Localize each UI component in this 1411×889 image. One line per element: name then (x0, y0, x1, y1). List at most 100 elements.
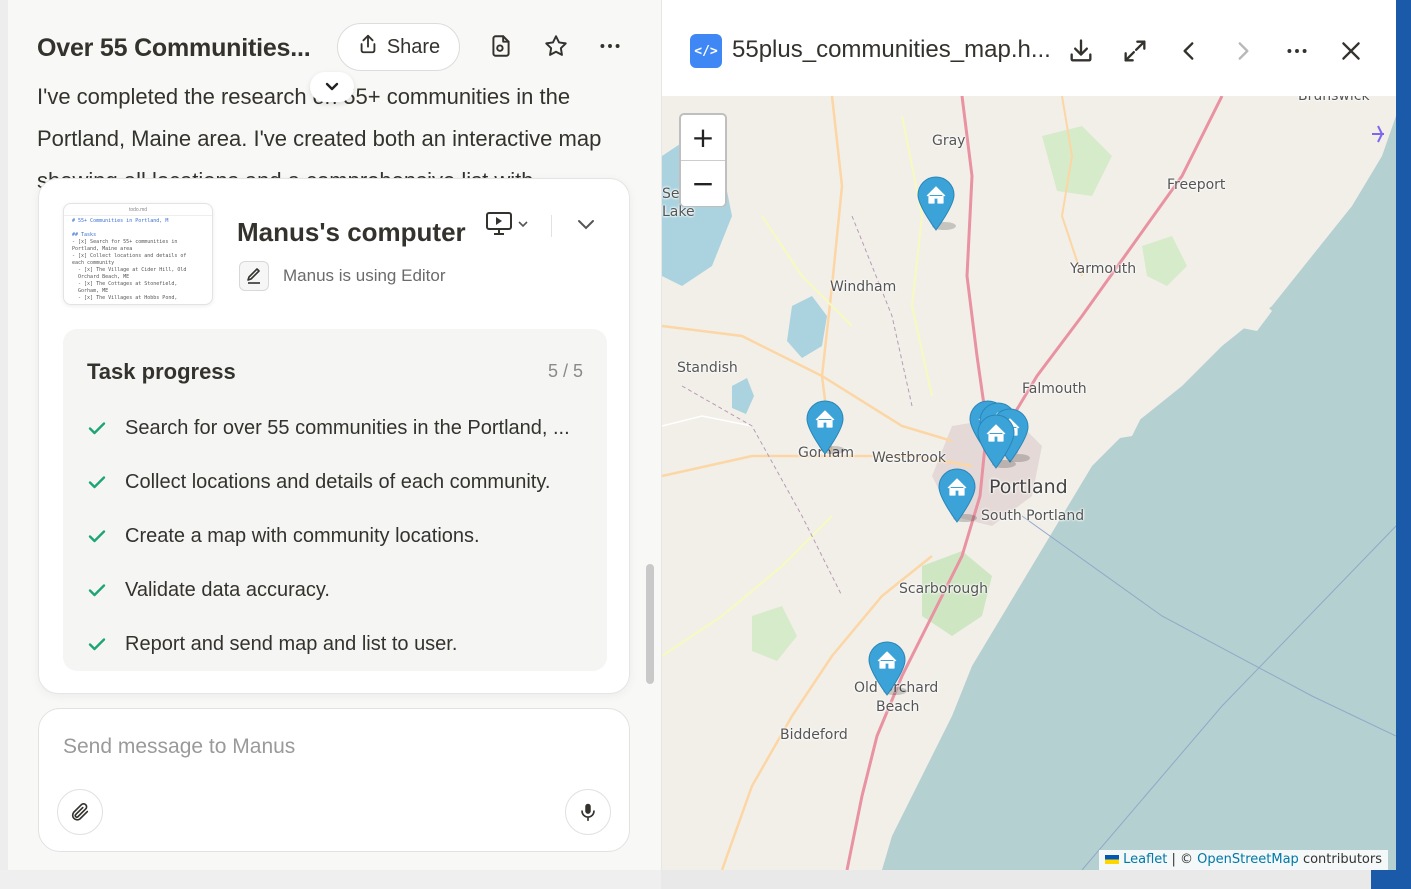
thumbnail-line: Portland, Maine area (72, 246, 133, 252)
share-button[interactable]: Share (337, 23, 460, 71)
collapse-button[interactable] (575, 213, 597, 240)
task-item-label: Collect locations and details of each co… (125, 470, 551, 493)
scrollbar[interactable] (646, 564, 654, 684)
check-icon (88, 584, 106, 597)
share-label: Share (386, 35, 441, 58)
window-edge (1396, 0, 1411, 889)
message-composer (38, 708, 630, 852)
map-attribution: Leaflet | © OpenStreetMap contributors (1099, 850, 1388, 870)
zoom-control: + − (679, 113, 727, 207)
community-marker-icon[interactable] (865, 639, 909, 697)
thumbnail-line: - [x] Search for 55+ communities in (72, 239, 178, 245)
left-edge (0, 0, 8, 889)
task-progress-panel: Task progress 5 / 5 Search for over 55 c… (63, 329, 607, 671)
file-viewer: </> 55plus_communities_map.h... Brunswic… (661, 0, 1397, 870)
monitor-icon (486, 212, 512, 235)
task-item-label: Create a map with community locations. (125, 524, 480, 547)
computer-title: Manus's computer (237, 217, 466, 247)
download-icon[interactable] (1064, 34, 1098, 68)
place-label: Freeport (1167, 177, 1226, 193)
zoom-out-button[interactable]: − (681, 161, 725, 206)
place-label: Gray (932, 133, 966, 149)
display-toggle[interactable] (485, 211, 529, 237)
chevron-down-icon (578, 220, 594, 230)
chevron-down-icon (325, 82, 339, 91)
task-progress-title: Task progress (87, 359, 236, 384)
check-icon (88, 530, 106, 543)
task-item-label: Validate data accuracy. (125, 578, 330, 601)
editor-status: Manus is using Editor (239, 261, 446, 291)
star-icon[interactable] (540, 30, 572, 62)
task-header: Over 55 Communities... Share (37, 22, 637, 74)
more-icon[interactable] (594, 30, 626, 62)
computer-card: todo.md # 55+ Communities in Portland, M… (38, 178, 630, 694)
close-icon[interactable] (1334, 34, 1368, 68)
task-progress-count: 5 / 5 (547, 361, 583, 381)
zoom-in-button[interactable]: + (681, 115, 725, 160)
attribution-separator: | © (1167, 852, 1198, 867)
chat-pane: Over 55 Communities... Share I've comple… (0, 0, 661, 889)
community-marker-icon[interactable] (914, 174, 958, 232)
task-item: Create a map with community locations. (87, 509, 587, 563)
thumbnail-line: each community (72, 260, 115, 266)
place-label: Scarborough (899, 581, 989, 597)
task-item-label: Search for over 55 communities in the Po… (125, 416, 570, 439)
chevron-left-icon[interactable] (1172, 34, 1206, 68)
community-marker-icon[interactable] (974, 412, 1018, 470)
task-item: Search for over 55 communities in the Po… (87, 401, 587, 455)
microphone-icon (581, 803, 595, 822)
edit-icon (239, 261, 269, 291)
task-item: Report and send map and list to user. (87, 617, 587, 671)
file-view-icon[interactable] (485, 30, 517, 62)
place-label: Portland (989, 476, 1068, 498)
place-label: Windham (830, 279, 897, 295)
more-icon[interactable] (1280, 34, 1314, 68)
left-footer (0, 870, 661, 889)
voice-button[interactable] (565, 789, 611, 835)
thumbnail-line: - [x] Collect locations and details of (72, 253, 187, 259)
task-item-label: Report and send map and list to user. (125, 632, 458, 655)
scroll-down-button[interactable] (310, 72, 354, 102)
thumbnail-line (72, 225, 204, 232)
task-title: Over 55 Communities... (37, 33, 311, 62)
place-label: Falmouth (1022, 381, 1087, 397)
thumbnail-filename: todo.md (64, 204, 212, 216)
task-item: Validate data accuracy. (87, 563, 587, 617)
place-label: Beach (876, 699, 920, 715)
divider (551, 215, 552, 237)
attribution-suffix: contributors (1298, 852, 1382, 867)
expand-icon[interactable] (1118, 34, 1152, 68)
editor-status-text: Manus is using Editor (283, 266, 446, 285)
attach-button[interactable] (57, 789, 103, 835)
code-file-icon: </> (690, 34, 722, 68)
osm-link[interactable]: OpenStreetMap (1197, 852, 1299, 867)
leaflet-link[interactable]: Leaflet (1123, 852, 1167, 867)
place-label: Standish (677, 360, 738, 376)
message-input[interactable] (63, 731, 603, 763)
editor-thumbnail[interactable]: todo.md # 55+ Communities in Portland, M… (63, 203, 213, 305)
task-item: Collect locations and details of each co… (87, 455, 587, 509)
thumbnail-line: Gorham, ME (72, 288, 109, 294)
viewer-footer (661, 870, 1371, 889)
map[interactable]: Brunswick Gray Freeport Yarmouth Windham… (662, 96, 1396, 870)
paperclip-icon (71, 802, 89, 821)
ukraine-flag-icon (1105, 855, 1120, 864)
check-icon (88, 638, 106, 651)
place-label: Westbrook (872, 450, 946, 466)
chevron-down-icon (518, 221, 528, 228)
place-label: Biddeford (780, 727, 848, 743)
check-icon (88, 476, 106, 489)
thumbnail-content: # 55+ Communities in Portland, M ## Task… (64, 216, 212, 304)
place-label: South Portland (981, 508, 1085, 524)
share-icon (357, 33, 379, 61)
place-label: Brunswick (1298, 96, 1370, 104)
window-edge (1371, 870, 1396, 889)
community-marker-icon[interactable] (803, 398, 847, 456)
thumbnail-line: - [x] The Village at Cider Hill, Old (72, 267, 187, 273)
thumbnail-line: - [x] The Cottages at Stonefield, (72, 281, 178, 287)
community-marker-icon[interactable] (935, 466, 979, 524)
thumbnail-line: ## Tasks (72, 232, 97, 238)
check-icon (88, 422, 106, 435)
thumbnail-line: # 55+ Communities in Portland, M (72, 218, 169, 224)
chevron-right-icon[interactable] (1226, 34, 1260, 68)
